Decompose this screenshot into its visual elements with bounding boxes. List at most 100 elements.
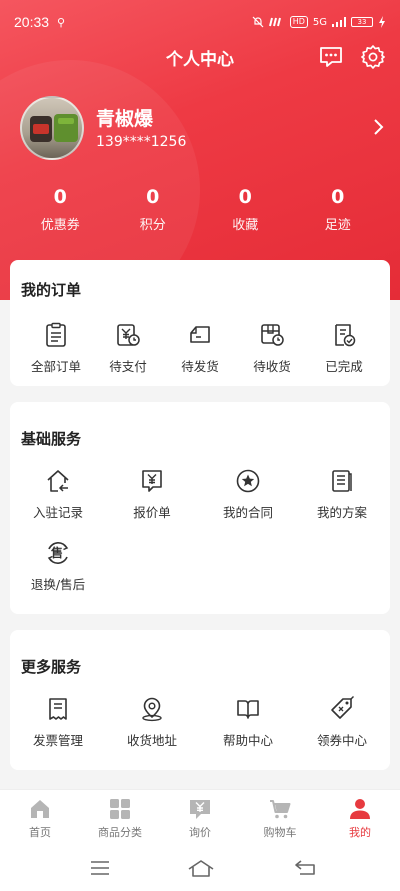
usb-icon: ⚲ [57, 15, 66, 29]
page-title: 个人中心 [166, 49, 234, 70]
service-label: 发票管理 [32, 733, 83, 748]
cell-signal-icon [332, 17, 346, 27]
user-phone: 139****1256 [96, 134, 187, 150]
document-check-icon [335, 324, 356, 347]
status-indicators: HD 5G 33 [252, 16, 386, 28]
after-sale-glyph: 售 [51, 546, 64, 560]
service-after-sale[interactable]: 售 退换/售后 [18, 540, 98, 593]
home-nav-icon[interactable] [188, 859, 214, 877]
chevron-right-icon[interactable] [371, 118, 385, 136]
cart-icon [270, 800, 291, 819]
mute-alarm-icon [252, 16, 264, 28]
star-circle-icon [236, 469, 260, 493]
tab-inquiry[interactable]: 询价 [160, 790, 240, 845]
status-time: 20:33 [14, 14, 50, 30]
back-icon[interactable] [294, 859, 316, 877]
home-icon [31, 800, 49, 818]
stat-coupons[interactable]: 0 优惠券 [14, 186, 107, 233]
user-name: 青椒爆 [96, 108, 154, 130]
coupon-tag-icon [331, 696, 354, 719]
order-pending-payment[interactable]: 待支付 [88, 322, 168, 375]
service-quotation[interactable]: 报价单 [112, 468, 192, 521]
service-label: 帮助中心 [222, 733, 273, 748]
service-invoice[interactable]: 发票管理 [18, 696, 98, 749]
order-all[interactable]: 全部订单 [16, 322, 96, 375]
basic-services-title: 基础服务 [21, 430, 82, 448]
system-navigation-bar [0, 845, 400, 891]
service-label: 入驻记录 [32, 505, 83, 520]
book-icon [237, 700, 259, 719]
stat-points[interactable]: 0 积分 [107, 186, 200, 233]
receipt-icon [49, 698, 67, 720]
person-icon [350, 799, 370, 819]
clipboard-list-icon [46, 322, 66, 347]
settings-gear-icon[interactable] [360, 44, 386, 70]
tab-label: 购物车 [263, 826, 297, 839]
tab-mine[interactable]: 我的 [320, 790, 400, 845]
location-pin-icon [142, 697, 162, 722]
tab-categories[interactable]: 商品分类 [80, 790, 160, 845]
status-bar: 20:33 ⚲ HD 5G 33 [0, 0, 400, 44]
wifi-signal-icon [268, 17, 281, 27]
service-help[interactable]: 帮助中心 [208, 696, 288, 749]
truck-icon [190, 326, 210, 343]
service-label: 退换/售后 [30, 577, 86, 592]
order-pending-receipt[interactable]: 待收货 [232, 322, 312, 375]
service-contracts[interactable]: 我的合同 [208, 468, 288, 521]
stat-label: 收藏 [232, 218, 259, 233]
avatar[interactable] [20, 96, 84, 160]
service-entry-records[interactable]: 入驻记录 [18, 468, 98, 521]
bottom-tab-bar: 首页 商品分类 询价 购物车 我的 [0, 789, 400, 845]
document-stack-icon [332, 470, 352, 492]
category-grid-icon [110, 799, 130, 819]
inquiry-icon [190, 800, 210, 819]
service-label: 我的合同 [222, 505, 273, 520]
order-pending-shipment[interactable]: 待发货 [160, 322, 240, 375]
house-arrow-icon [47, 470, 69, 492]
tab-cart[interactable]: 购物车 [240, 790, 320, 845]
orders-title: 我的订单 [21, 281, 82, 299]
stat-value: 0 [53, 186, 67, 208]
order-label: 待收货 [253, 359, 291, 374]
tab-label: 询价 [189, 826, 211, 839]
stat-label: 优惠券 [40, 218, 80, 233]
service-label: 我的方案 [316, 505, 367, 520]
service-label: 收货地址 [126, 733, 177, 748]
order-completed[interactable]: 已完成 [304, 322, 384, 375]
tab-home[interactable]: 首页 [0, 790, 80, 845]
orders-card: 我的订单 全部订单 待支付 待发货 待收货 已完成 [10, 260, 390, 386]
basic-services-card: 基础服务 入驻记录 报价单 我的合同 我的方案 售 退换/售后 [10, 402, 390, 614]
order-label: 全部订单 [30, 359, 81, 374]
stat-favorites[interactable]: 0 收藏 [199, 186, 292, 233]
network-type: 5G [312, 16, 327, 28]
stat-value: 0 [146, 186, 160, 208]
after-sale-icon: 售 [45, 540, 71, 566]
order-label: 待发货 [181, 359, 219, 374]
order-label: 待支付 [109, 359, 147, 374]
stat-value: 0 [331, 186, 345, 208]
user-stats: 0 优惠券 0 积分 0 收藏 0 足迹 [14, 186, 384, 233]
title-bar: 个人中心 [0, 40, 400, 74]
yen-wallet-icon [117, 324, 140, 346]
service-coupon-center[interactable]: 领券中心 [302, 696, 382, 749]
service-plans[interactable]: 我的方案 [302, 468, 382, 521]
order-label: 已完成 [325, 359, 363, 374]
tab-label: 我的 [349, 826, 371, 839]
message-icon[interactable] [318, 44, 344, 70]
profile-summary[interactable]: 青椒爆 139****1256 [20, 96, 385, 162]
more-services-title: 更多服务 [21, 658, 82, 676]
menu-icon[interactable] [89, 859, 111, 877]
stat-footprints[interactable]: 0 足迹 [292, 186, 385, 233]
stat-value: 0 [238, 186, 252, 208]
service-label: 报价单 [133, 505, 171, 520]
service-label: 领券中心 [316, 733, 367, 748]
battery-icon: 33 [351, 17, 373, 27]
package-clock-icon [261, 324, 284, 346]
service-address[interactable]: 收货地址 [112, 696, 192, 749]
stat-label: 足迹 [324, 218, 351, 233]
tab-label: 商品分类 [98, 826, 142, 839]
tab-label: 首页 [29, 826, 51, 839]
yen-message-icon [142, 470, 162, 492]
hd-badge: HD [289, 16, 308, 28]
more-services-card: 更多服务 发票管理 收货地址 帮助中心 领券中心 [10, 630, 390, 770]
